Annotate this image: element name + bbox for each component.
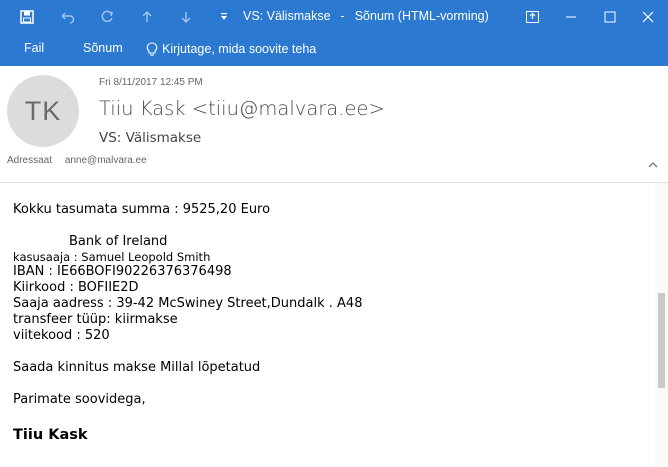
ribbon: Fail Sõnum Kirjutage, mida soovite teha	[0, 33, 668, 66]
customize-qat-icon[interactable]	[214, 0, 234, 33]
body-address: Saaja aadress : 39-42 McSwiney Street,Du…	[13, 296, 363, 311]
sender[interactable]: Tiiu Kask <tiiu@malvara.ee>	[99, 97, 385, 120]
undo-icon[interactable]	[57, 0, 79, 33]
redo-icon[interactable]	[96, 0, 118, 33]
body-bank: Bank of Ireland	[69, 234, 168, 249]
recipients-row: Adressaat anne@malvara.ee	[7, 155, 147, 166]
sent-date: Fri 8/11/2017 12:45 PM	[99, 77, 203, 88]
window-title: VS: Välismakse - Sõnum (HTML-vorming)	[243, 9, 489, 23]
collapse-header-icon[interactable]	[647, 158, 659, 170]
tell-me-search[interactable]: Kirjutage, mida soovite teha	[146, 33, 316, 66]
body-iban: IBAN : IE66BOFI90226376376498	[13, 264, 232, 279]
body-signature: Tiiu Kask	[13, 427, 88, 443]
avatar: TK	[7, 75, 79, 147]
body-transfer-type: transfeer tüüp: kiirmakse	[13, 312, 178, 327]
lightbulb-icon	[146, 42, 158, 57]
tell-me-label: Kirjutage, mida soovite teha	[162, 42, 317, 56]
minimize-icon[interactable]	[551, 0, 591, 33]
tab-message[interactable]: Sõnum	[83, 33, 123, 66]
vertical-scrollbar[interactable]	[655, 183, 668, 467]
header-divider	[0, 182, 668, 183]
down-arrow-icon[interactable]	[175, 0, 197, 33]
up-arrow-icon[interactable]	[136, 0, 158, 33]
to-recipient[interactable]: anne@malvara.ee	[65, 155, 147, 166]
body-total-line: Kokku tasumata summa : 9525,20 Euro	[13, 202, 271, 217]
tab-file[interactable]: Fail	[24, 33, 44, 66]
body-swift: Kiirkood : BOFIIE2D	[13, 280, 139, 295]
body-reference: viitekood : 520	[13, 328, 110, 343]
to-label: Adressaat	[7, 155, 53, 166]
message-subject: VS: Välismakse	[99, 130, 202, 146]
body-regards: Parimate soovidega,	[13, 392, 146, 407]
maximize-icon[interactable]	[590, 0, 630, 33]
body-beneficiary: kasusaaja : Samuel Leopold Smith	[13, 250, 211, 264]
scrollbar-thumb[interactable]	[658, 293, 665, 388]
restore-ribbon-icon[interactable]	[512, 0, 552, 33]
body-confirm: Saada kinnitus makse Millal lõpetatud	[13, 360, 261, 375]
title-bar: VS: Välismakse - Sõnum (HTML-vorming)	[0, 0, 668, 33]
close-icon[interactable]	[628, 0, 668, 33]
save-icon[interactable]	[16, 0, 38, 33]
